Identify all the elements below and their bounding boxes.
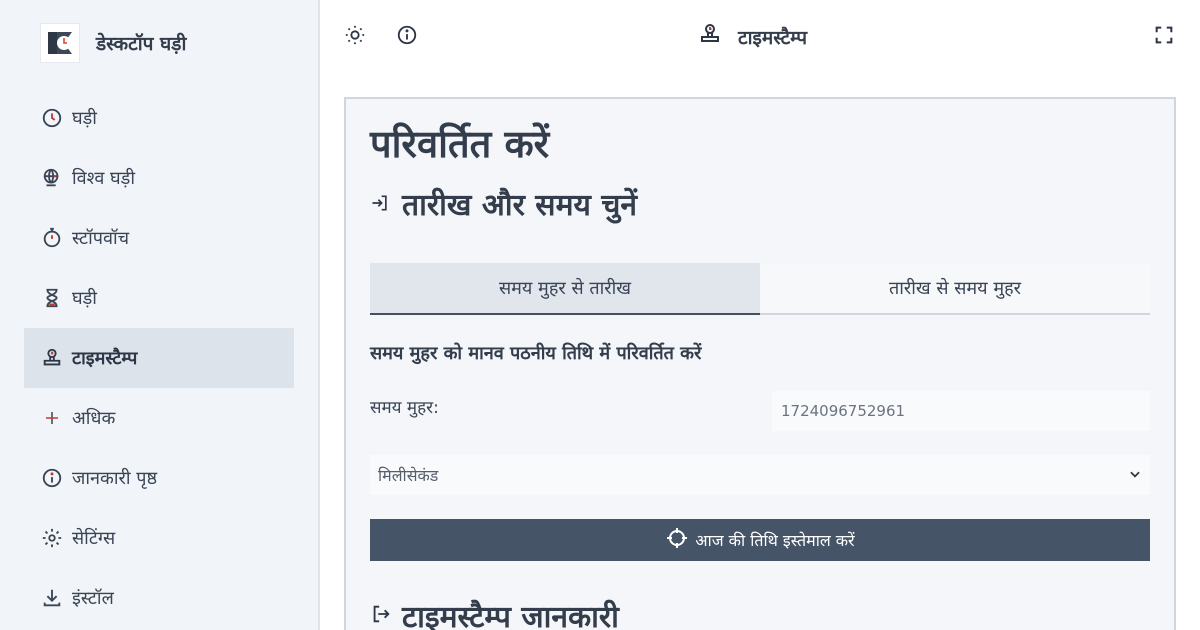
sidebar-item-label: टाइमस्टैम्प — [72, 348, 138, 369]
top-bar: टाइमस्टैम्प — [320, 0, 1200, 76]
sidebar-item-label: सेटिंग्स — [72, 528, 116, 549]
section-title-text: तारीख और समय चुनें — [402, 188, 638, 223]
timestamp-label: समय मुहर: — [370, 398, 439, 418]
stamp-icon — [40, 346, 64, 370]
gear-icon — [40, 526, 64, 550]
fullscreen-button[interactable] — [1151, 24, 1177, 50]
converter-title: परिवर्तित करें — [370, 122, 550, 166]
sidebar-item-world-clock[interactable]: विश्व घड़ी — [24, 148, 294, 208]
sidebar-item-label: अधिक — [72, 408, 116, 429]
chevron-down-icon — [1128, 466, 1142, 485]
section-title: तारीख और समय चुनें — [370, 183, 637, 224]
page-title: टाइमस्टैम्प — [698, 22, 807, 51]
app-name: डेस्कटॉप घड़ी — [96, 33, 187, 55]
sidebar-item-label: स्टॉपवॉच — [72, 228, 130, 249]
tab-date-to-timestamp[interactable]: तारीख से समय मुहर — [760, 263, 1150, 313]
info-icon — [40, 466, 64, 490]
download-icon — [40, 586, 64, 610]
crosshair-icon — [665, 526, 689, 554]
login-icon — [370, 186, 390, 221]
sidebar-item-timestamp[interactable]: टाइमस्टैम्प — [24, 328, 294, 388]
plus-icon — [40, 406, 64, 430]
timestamp-input[interactable] — [772, 391, 1150, 431]
app-logo — [40, 23, 80, 63]
clock-icon — [40, 106, 64, 130]
sidebar-item-install[interactable]: इंस्टॉल — [24, 568, 294, 628]
sidebar-item-label: जानकारी पृष्ठ — [72, 468, 158, 489]
sidebar-item-label: घड़ी — [72, 108, 97, 129]
info-section-title: टाइमस्टैम्प जानकारी — [370, 595, 619, 630]
sidebar-item-more[interactable]: अधिक — [24, 388, 294, 448]
theme-toggle-button[interactable] — [342, 24, 368, 50]
about-button[interactable] — [394, 24, 420, 50]
stopwatch-icon — [40, 226, 64, 250]
converter-card: परिवर्तित करें तारीख और समय चुनें समय मु… — [344, 97, 1176, 630]
unit-select[interactable]: मिलीसेकंड — [370, 455, 1150, 495]
converter-tabs: समय मुहर से तारीख तारीख से समय मुहर — [370, 263, 1150, 315]
sidebar-item-info[interactable]: जानकारी पृष्ठ — [24, 448, 294, 508]
info-icon — [396, 24, 418, 50]
page-title-text: टाइमस्टैम्प — [738, 26, 808, 49]
sidebar: डेस्कटॉप घड़ी घड़ी विश्व घड़ी स्टॉपवॉच घ… — [0, 0, 320, 630]
sidebar-item-label: विश्व घड़ी — [72, 168, 135, 189]
sun-icon — [344, 24, 366, 50]
sidebar-item-label: घड़ी — [72, 288, 97, 309]
use-today-button-label: आज की तिथि इस्तेमाल करें — [695, 531, 855, 550]
sidebar-item-settings[interactable]: सेटिंग्स — [24, 508, 294, 568]
use-today-button[interactable]: आज की तिथि इस्तेमाल करें — [370, 519, 1150, 561]
sidebar-item-timer[interactable]: घड़ी — [24, 268, 294, 328]
tab-timestamp-to-date[interactable]: समय मुहर से तारीख — [370, 263, 760, 315]
unit-select-value: मिलीसेकंड — [378, 466, 439, 485]
brand[interactable]: डेस्कटॉप घड़ी — [40, 23, 186, 63]
fullscreen-icon — [1153, 24, 1175, 50]
sidebar-item-stopwatch[interactable]: स्टॉपवॉच — [24, 208, 294, 268]
sidebar-item-label: इंस्टॉल — [72, 588, 114, 609]
converter-subheading: समय मुहर को मानव पठनीय तिथि में परिवर्ति… — [370, 343, 702, 364]
sidebar-item-clock[interactable]: घड़ी — [24, 88, 294, 148]
sidebar-nav: घड़ी विश्व घड़ी स्टॉपवॉच घड़ी टाइमस्टैम्… — [24, 88, 294, 628]
hourglass-icon — [40, 286, 64, 310]
info-section-title-text: टाइमस्टैम्प जानकारी — [402, 600, 619, 630]
world-clock-icon — [40, 166, 64, 190]
logout-icon — [370, 598, 392, 630]
stamp-icon — [698, 22, 722, 51]
